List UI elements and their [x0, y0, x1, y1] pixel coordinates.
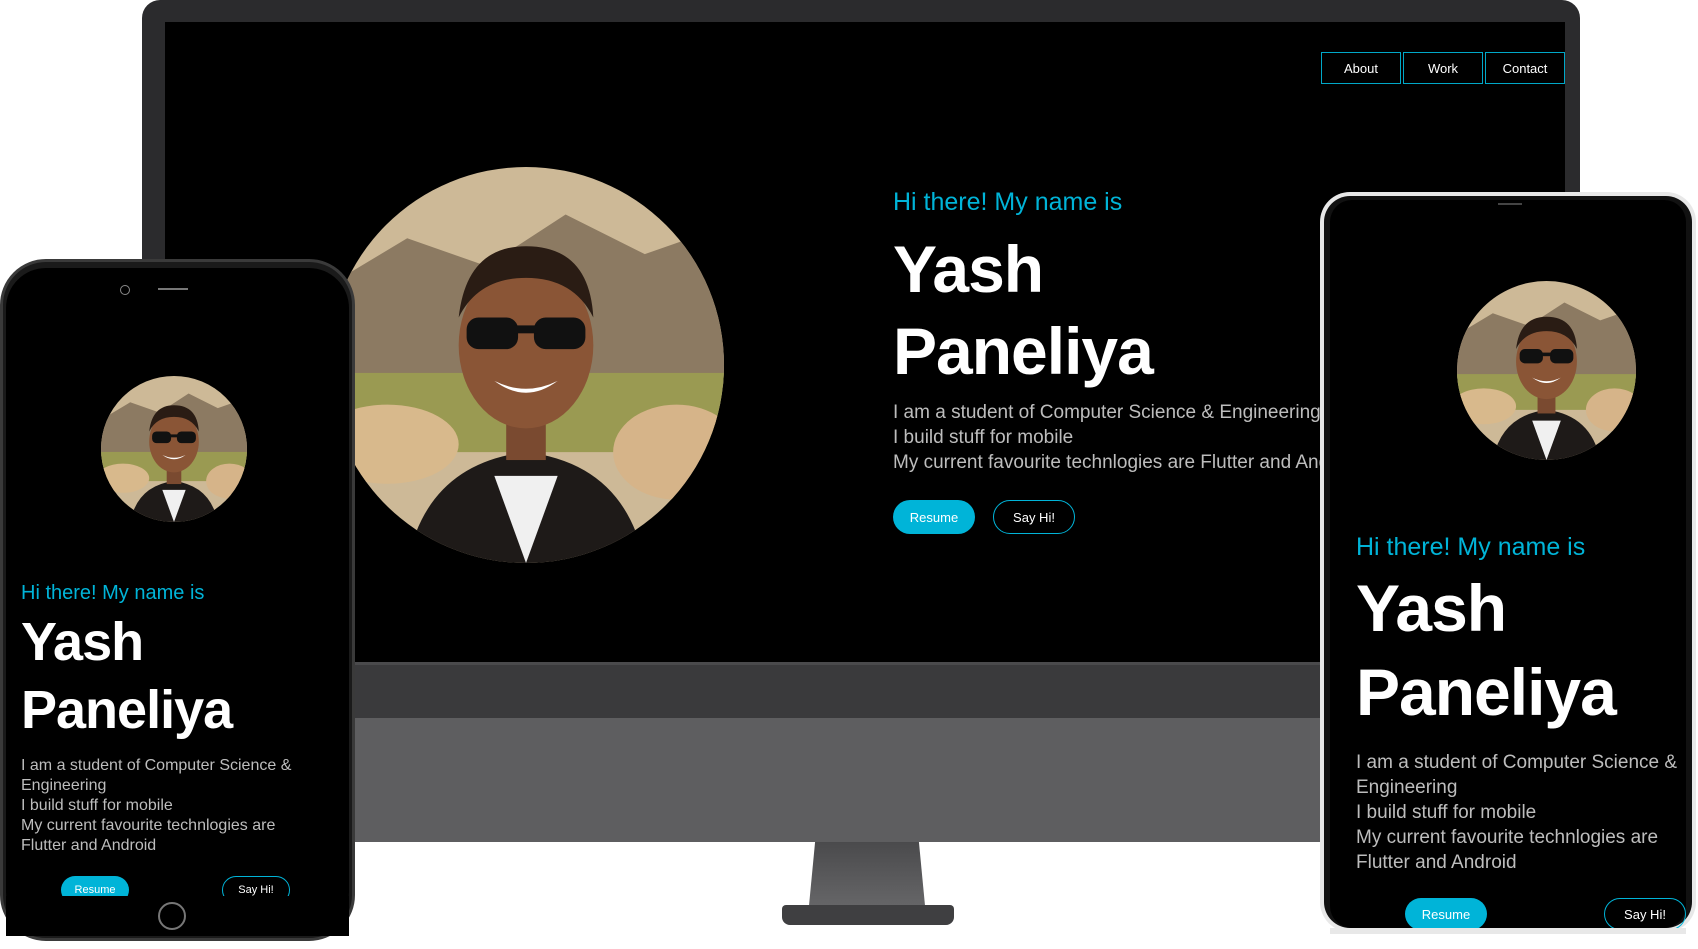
bio-line: I am a student of Computer Science & [21, 757, 292, 774]
hero-name: Yash Paneliya [893, 228, 1154, 392]
bio-line: Engineering [1356, 777, 1458, 798]
bio-line: I build stuff for mobile [21, 797, 173, 814]
right-phone-bottom-edge [1330, 928, 1686, 934]
bio-line: Engineering [21, 777, 107, 794]
bio-line: I am a student of Computer Science & Eng… [893, 402, 1321, 423]
speaker-grille [1498, 203, 1522, 205]
bio-line: My current favourite technlogies are [21, 817, 276, 834]
nav-contact-button[interactable]: Contact [1485, 52, 1565, 84]
bio-line: I build stuff for mobile [1356, 802, 1537, 823]
desktop-nav: About Work Contact [1319, 52, 1565, 84]
bio-line: I am a student of Computer Science & [1356, 752, 1678, 773]
hero-bio: I am a student of Computer Science & Eng… [1356, 750, 1696, 875]
hero-first-name: Yash [1356, 571, 1507, 645]
monitor-stand-base [782, 905, 954, 925]
say-hi-button[interactable]: Say Hi! [1604, 898, 1686, 930]
hero-bio: I am a student of Computer Science & Eng… [21, 756, 321, 856]
hero-greeting: Hi there! My name is [893, 188, 1123, 216]
hero-last-name: Paneliya [21, 680, 233, 740]
hero-bio: I am a student of Computer Science & Eng… [893, 400, 1361, 475]
say-hi-button[interactable]: Say Hi! [993, 500, 1075, 534]
hero-first-name: Yash [893, 232, 1044, 306]
bio-line: My current favourite technlogies are [1356, 827, 1659, 848]
profile-photo [328, 167, 724, 563]
nav-work-button[interactable]: Work [1403, 52, 1483, 84]
profile-photo [1457, 281, 1636, 460]
bio-line: My current favourite technlogies are Flu… [893, 452, 1361, 473]
resume-button[interactable]: Resume [893, 500, 975, 534]
profile-photo [101, 376, 247, 522]
hero-first-name: Yash [21, 612, 144, 672]
hero-greeting: Hi there! My name is [1356, 533, 1586, 561]
resume-button[interactable]: Resume [1405, 898, 1487, 930]
hero-last-name: Paneliya [893, 314, 1154, 388]
hero-name: Yash Paneliya [21, 608, 233, 744]
nav-about-button[interactable]: About [1321, 52, 1401, 84]
hero-greeting: Hi there! My name is [21, 582, 205, 604]
profile-photo-illustration [101, 376, 247, 522]
bio-line: Flutter and Android [21, 837, 157, 854]
profile-photo-illustration [328, 167, 724, 563]
hero-name: Yash Paneliya [1356, 566, 1617, 734]
bio-line: Flutter and Android [1356, 852, 1517, 873]
profile-photo-illustration [1457, 281, 1636, 460]
home-button-icon [158, 902, 186, 930]
bio-line: I build stuff for mobile [893, 427, 1074, 448]
hero-last-name: Paneliya [1356, 655, 1617, 729]
speaker-grille [158, 288, 188, 290]
camera-icon [120, 285, 130, 295]
